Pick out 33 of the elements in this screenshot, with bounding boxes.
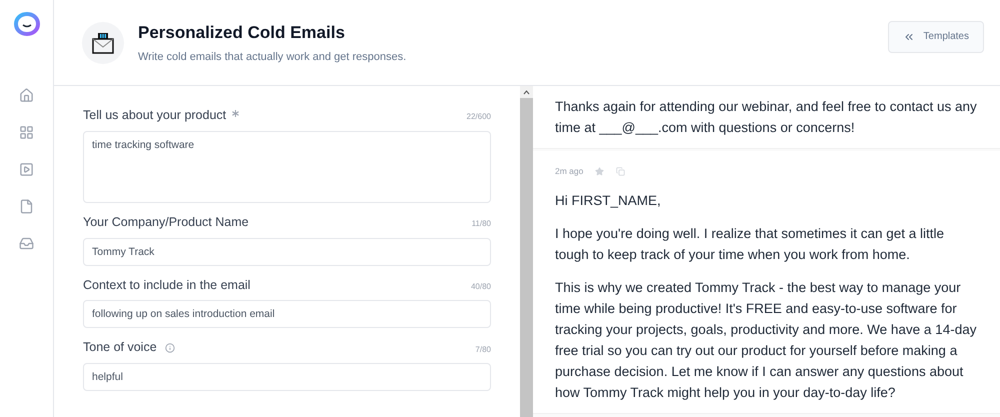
field-label: Your Company/Product Name [83, 214, 249, 231]
input-field[interactable]: following up on sales introduction email [83, 300, 491, 328]
character-counter: 7/80 [475, 344, 491, 356]
home-icon[interactable] [19, 88, 34, 103]
page-subtitle: Write cold emails that actually work and get responses. [138, 50, 406, 65]
email-paragraph: Hi FIRST_NAME, [555, 192, 662, 210]
document-icon[interactable] [19, 199, 34, 214]
input-field[interactable]: helpful [83, 363, 491, 391]
character-counter: 22/600 [466, 111, 491, 124]
character-counter: 11/80 [472, 218, 491, 230]
scroll-up-icon[interactable] [523, 90, 530, 94]
field-label: Tone of voice [83, 339, 157, 356]
input-field[interactable]: Tommy Track [83, 238, 491, 266]
envelope-icon [82, 22, 124, 64]
asterisk-icon [232, 110, 240, 117]
field-label: Context to include in the email [83, 276, 250, 294]
email-paragraph: Thanks again for attending our webinar, and feel free to contact us any time at ___@___.com with questions or concerns! [555, 98, 978, 137]
email-paragraph: I hope you're doing well. I realize that sometimes it can get a little tough to keep track of your time when you work from home. [555, 224, 946, 264]
page-title: Personalized Cold Emails [138, 22, 346, 44]
inbox-icon[interactable] [19, 236, 34, 251]
star-icon[interactable] [595, 166, 604, 176]
email-paragraph: This is why we created Tommy Track - the best way to manage your time while being productive! It's FREE and easy-to-use software for tracking your projects, goals, productivity and more. We have a 14-day free trial so you can try out our product for yourself before making a purchase decision. Let me know if I can answer any questions about how Tommy Track might help you in your day-to-day life? [555, 278, 978, 402]
product-textarea[interactable]: time tracking software [83, 130, 491, 203]
templates-button[interactable]: Templates [888, 20, 984, 52]
play-icon[interactable] [19, 162, 34, 177]
result-time: 2m ago [555, 165, 584, 178]
field-label: Tell us about your product [83, 107, 226, 124]
scrollbar[interactable] [520, 86, 533, 417]
character-counter: 40/80 [470, 280, 491, 293]
copy-icon[interactable] [616, 166, 626, 176]
logo-icon[interactable] [14, 12, 40, 36]
grid-icon[interactable] [19, 125, 34, 140]
info-icon [164, 342, 175, 353]
